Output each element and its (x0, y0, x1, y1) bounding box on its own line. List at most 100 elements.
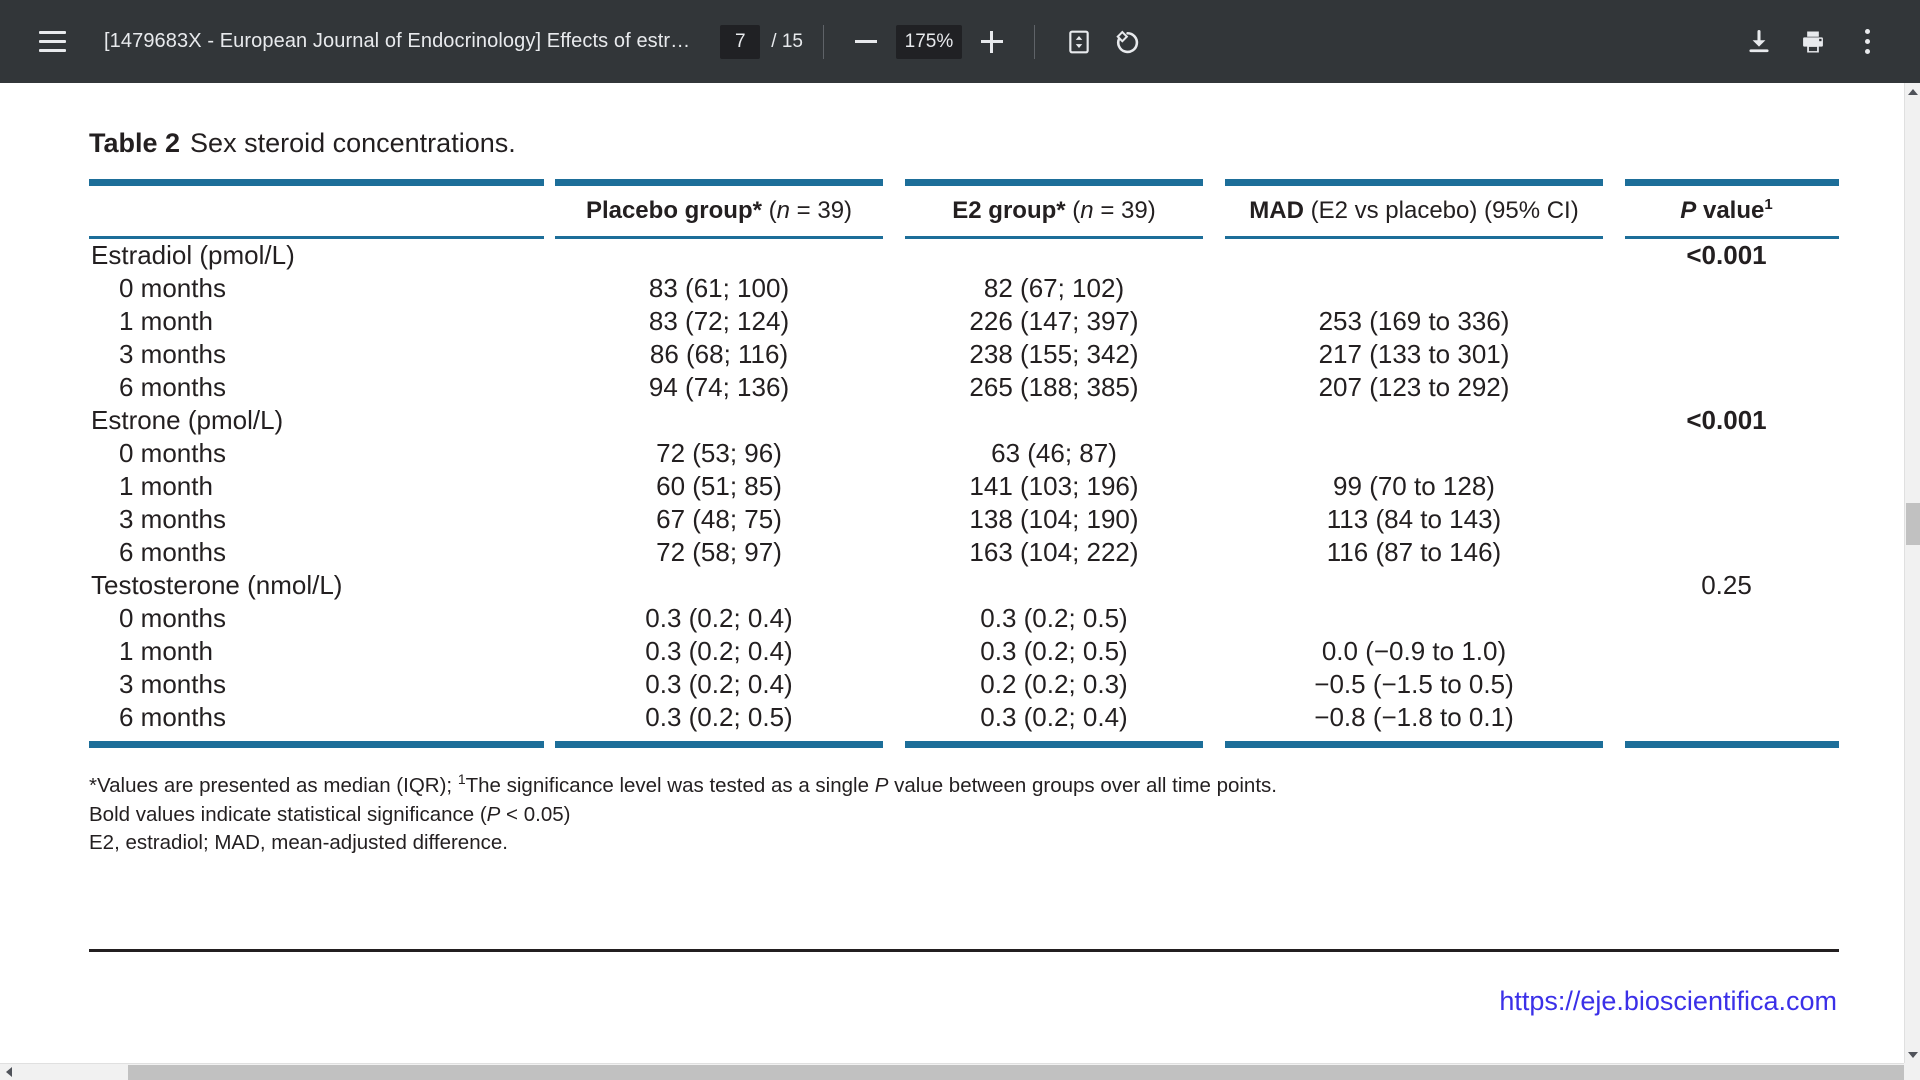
pdf-viewport[interactable]: Table 2 Sex steroid concentrations. Plac… (0, 83, 1904, 1063)
table-body: Estradiol (pmol/L) <0.001 0 months 83 (61; … (89, 239, 1839, 734)
table-footnotes: *Values are presented as median (IQR); 1… (89, 770, 1839, 858)
print-icon[interactable] (1786, 15, 1840, 69)
row-e2-value: 163 (104; 222) (969, 537, 1139, 567)
row-placebo-value: 0.3 (0.2; 0.4) (645, 669, 793, 699)
table-header-row: Placebo group* (n = 39) E2 group* (n = 3… (89, 186, 1839, 236)
pdf-viewer-toolbar: [1479683X - European Journal of Endocrin… (0, 0, 1920, 83)
page-bottom-rule (89, 949, 1839, 952)
header-mad-detail: (E2 vs placebo) (95% CI) (1303, 197, 1579, 224)
row-timepoint-label: 3 months (119, 669, 226, 699)
scroll-left-arrow-icon[interactable] (0, 1064, 17, 1080)
section-mad-blank (1214, 404, 1614, 437)
row-p-blank (1614, 668, 1839, 701)
footnote-1-part-a: *Values are presented as median (IQR); (89, 773, 458, 797)
toolbar-right-actions (1732, 15, 1920, 69)
row-placebo-value: 60 (51; 85) (656, 471, 782, 501)
scroll-up-arrow-icon[interactable] (1905, 83, 1920, 100)
row-e2-value: 0.3 (0.2; 0.5) (980, 636, 1128, 666)
row-mad-value: 217 (133 to 301) (1318, 339, 1510, 369)
header-p-letter: P (1680, 197, 1697, 224)
row-e2-value: 141 (103; 196) (969, 471, 1139, 501)
table-section-row: Estrone (pmol/L) <0.001 (89, 404, 1839, 437)
section-placebo-blank (544, 569, 894, 602)
journal-url-link[interactable]: https://eje.bioscientifica.com (1499, 986, 1837, 1017)
row-mad-value: 116 (87 to 146) (1326, 537, 1502, 567)
row-e2-value: 0.3 (0.2; 0.4) (980, 702, 1128, 732)
header-placebo-label: Placebo group* (585, 197, 762, 224)
toolbar-separator-1 (822, 24, 824, 59)
section-analyte-label: Testosterone (nmol/L) (91, 570, 343, 600)
row-placebo-value: 0.3 (0.2; 0.4) (645, 603, 793, 633)
vertical-scrollbar-thumb[interactable] (1906, 503, 1920, 545)
header-placebo-paren-open: ( (761, 197, 777, 224)
table-section-row: Estradiol (pmol/L) <0.001 (89, 239, 1839, 272)
footnote-line-1: *Values are presented as median (IQR); 1… (89, 770, 1839, 801)
table-row: 6 months 94 (74; 136) 265 (188; 385) 207 (1… (89, 371, 1839, 404)
page-total-label: / 15 (771, 30, 803, 52)
footnote-1-marker: 1 (457, 771, 466, 787)
footnote-1-p-letter: P (874, 773, 889, 797)
hamburger-menu-icon[interactable] (28, 18, 76, 66)
zoom-out-minus-icon[interactable] (844, 20, 888, 64)
table-row: 0 months 72 (53; 96) 63 (46; 87) (89, 437, 1839, 470)
row-e2-value: 138 (104; 190) (969, 504, 1139, 534)
sex-steroid-concentrations-table: Placebo group* (n = 39) E2 group* (n = 3… (89, 179, 1839, 748)
row-e2-value: 0.3 (0.2; 0.5) (980, 603, 1128, 633)
table-2-block: Table 2 Sex steroid concentrations. Plac… (89, 128, 1839, 858)
table-caption-label: Table 2 (89, 128, 181, 158)
section-e2-blank (894, 404, 1214, 437)
section-e2-blank (894, 569, 1214, 602)
row-p-blank (1614, 536, 1839, 569)
row-placebo-value: 67 (48; 75) (656, 504, 782, 534)
row-p-blank (1614, 503, 1839, 536)
row-mad-value: 207 (123 to 292) (1318, 372, 1510, 402)
kebab-menu-icon[interactable] (1840, 15, 1894, 69)
table-bottom-rule (89, 741, 1839, 748)
table-row: 6 months 72 (58; 97) 163 (104; 222) 116 (87… (89, 536, 1839, 569)
header-p-word: value (1696, 197, 1765, 224)
header-e2-group: E2 group* (n = 39) (894, 186, 1214, 236)
row-timepoint-label: 0 months (119, 603, 226, 633)
header-p-footnote-marker: 1 (1764, 196, 1773, 213)
horizontal-scrollbar[interactable] (0, 1063, 1904, 1080)
row-e2-value: 238 (155; 342) (969, 339, 1139, 369)
horizontal-scrollbar-thumb[interactable] (128, 1065, 1904, 1080)
footnote-2-p-letter: P (486, 802, 501, 826)
fit-to-page-icon[interactable] (1055, 18, 1103, 66)
footnote-2-part-b: < 0.05) (500, 802, 571, 826)
rotate-counterclockwise-icon[interactable] (1103, 18, 1151, 66)
row-p-blank (1614, 437, 1839, 470)
zoom-in-plus-icon[interactable] (970, 20, 1014, 64)
row-placebo-value: 94 (74; 136) (648, 372, 790, 402)
row-mad-value: 113 (84 to 143) (1326, 504, 1502, 534)
row-timepoint-label: 1 month (119, 306, 213, 336)
toolbar-separator-2 (1033, 24, 1035, 59)
row-timepoint-label: 6 months (119, 372, 226, 402)
table-row: 1 month 60 (51; 85) 141 (103; 196) 99 (70 t… (89, 470, 1839, 503)
table-caption-text: Sex steroid concentrations. (190, 128, 516, 158)
table-row: 0 months 83 (61; 100) 82 (67; 102) (89, 272, 1839, 305)
header-e2-label: E2 group* (952, 197, 1066, 224)
row-timepoint-label: 6 months (119, 702, 226, 732)
download-icon[interactable] (1732, 15, 1786, 69)
row-timepoint-label: 1 month (119, 636, 213, 666)
row-e2-value: 0.2 (0.2; 0.3) (980, 669, 1128, 699)
zoom-controls: 175% (844, 20, 1014, 64)
section-mad-blank (1214, 569, 1614, 602)
vertical-scrollbar[interactable] (1904, 83, 1920, 1063)
row-placebo-value: 0.3 (0.2; 0.5) (645, 702, 793, 732)
document-title: [1479683X - European Journal of Endocrin… (104, 30, 691, 52)
row-mad-value (1214, 272, 1614, 305)
row-timepoint-label: 0 months (119, 273, 226, 303)
page-number-input[interactable] (720, 24, 761, 59)
zoom-level-input[interactable]: 175% (895, 24, 962, 59)
header-blank (89, 186, 544, 236)
page-navigation: / 15 (720, 24, 803, 59)
section-p-value: <0.001 (1686, 405, 1767, 435)
row-mad-value: 253 (169 to 336) (1318, 306, 1510, 336)
row-p-blank (1614, 305, 1839, 338)
table-row: 3 months 86 (68; 116) 238 (155; 342) 217 (1… (89, 338, 1839, 371)
row-p-blank (1614, 272, 1839, 305)
header-e2-n: n (1080, 197, 1094, 224)
scroll-down-arrow-icon[interactable] (1905, 1046, 1920, 1063)
